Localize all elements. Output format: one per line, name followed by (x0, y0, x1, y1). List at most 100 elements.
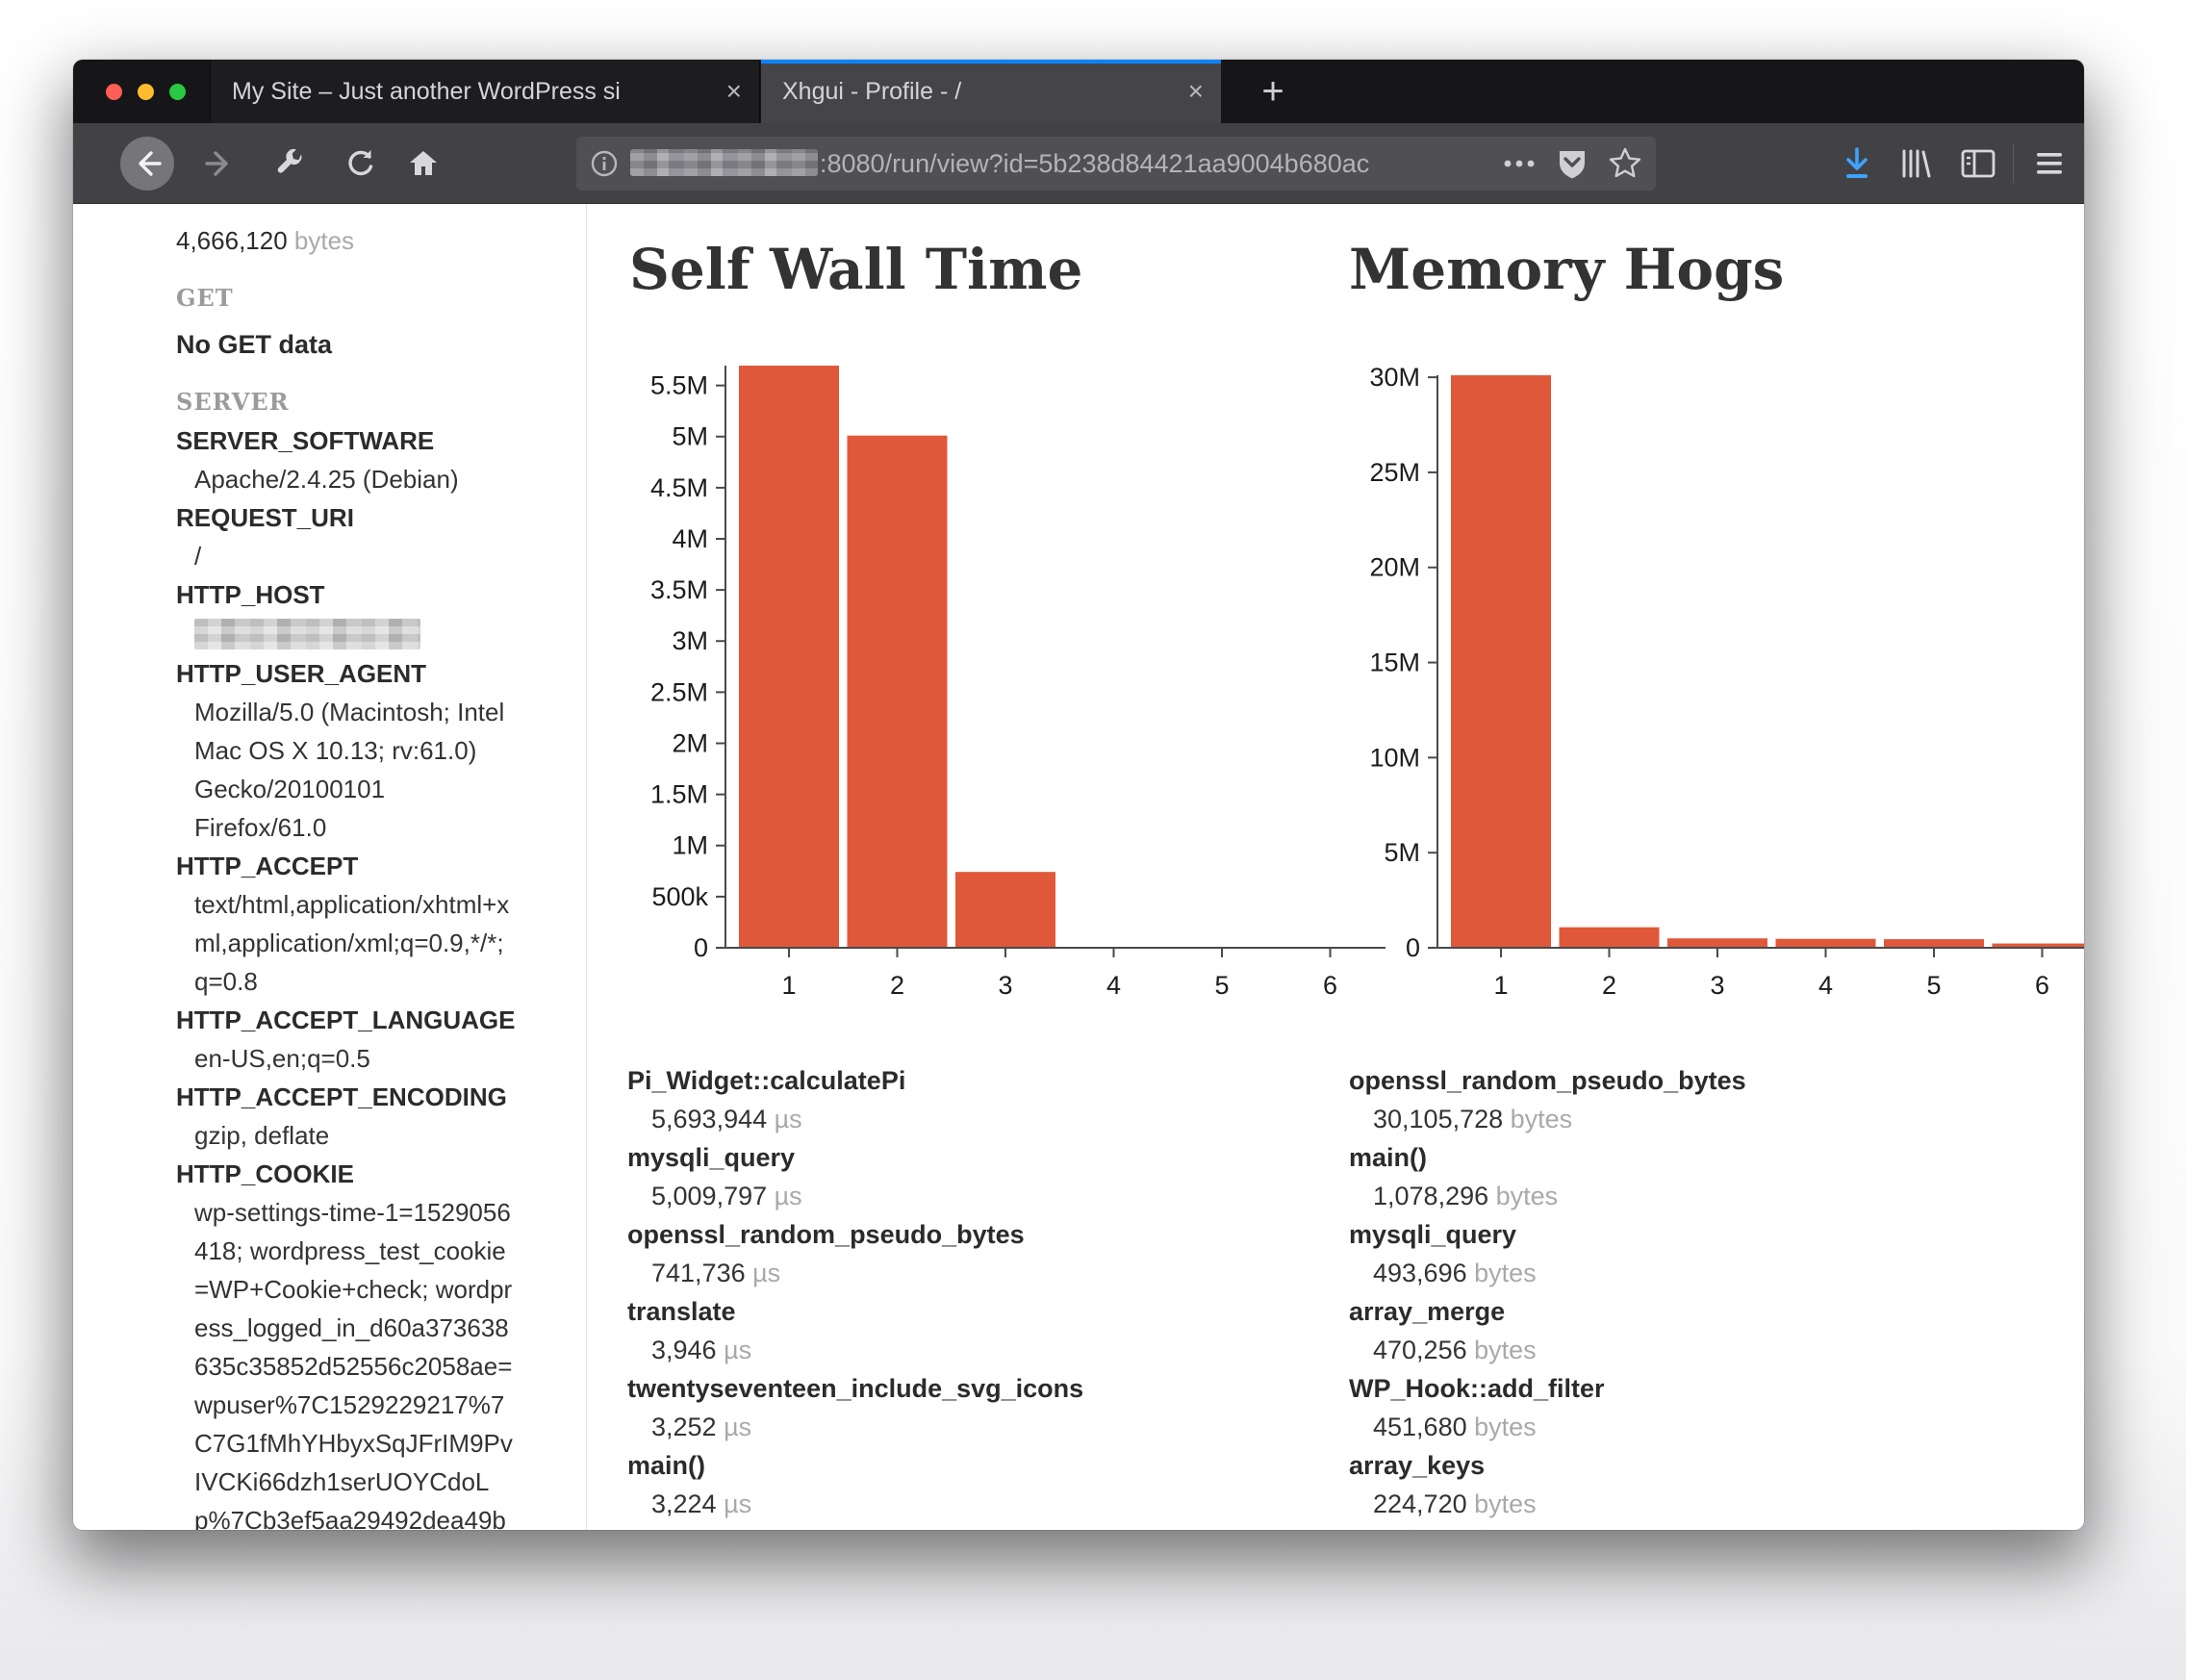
tab-xhgui-profile[interactable]: Xhgui - Profile - / × (761, 60, 1221, 123)
tab-close-icon[interactable]: × (1188, 78, 1204, 105)
function-name: mysqli_query (1349, 1215, 1746, 1254)
svg-text:25M: 25M (1369, 458, 1420, 487)
svg-text:30M: 30M (1369, 363, 1420, 392)
reload-button[interactable] (331, 123, 389, 204)
minimize-window-button[interactable] (138, 84, 154, 100)
svg-text:2: 2 (1602, 971, 1616, 1000)
page-content: 4,666,120 bytes GET No GET data SERVER S… (73, 204, 2084, 1530)
svg-text:15M: 15M (1369, 649, 1420, 677)
toolbar-separator (2013, 144, 2014, 183)
forward-icon (203, 147, 236, 180)
redacted-host (630, 149, 818, 176)
self-wall-time-title: Self Wall Time (629, 239, 1082, 300)
function-name: array_merge (1349, 1292, 1746, 1331)
svg-text:2.5M: 2.5M (650, 677, 708, 706)
svg-text:3.5M: 3.5M (650, 575, 708, 604)
server-section-header: SERVER (176, 383, 586, 421)
get-section-header: GET (176, 279, 586, 318)
zoom-window-button[interactable] (169, 84, 186, 100)
svg-text:5M: 5M (672, 422, 708, 451)
svg-text:1: 1 (781, 971, 796, 1000)
developer-tools-button[interactable] (262, 123, 319, 204)
server-entry-value: wp-settings-time-1=1529056418; wordpress… (194, 1193, 514, 1530)
tab-my-site[interactable]: My Site – Just another WordPress si × (210, 60, 760, 123)
home-button[interactable] (394, 123, 452, 204)
peak-memory-value: 4,666,120 bytes (176, 221, 586, 260)
function-value: 3,252 µs (651, 1408, 1083, 1446)
back-button[interactable] (115, 123, 179, 204)
forward-button[interactable] (191, 123, 248, 204)
function-value: 224,720 bytes (1373, 1485, 1746, 1523)
svg-text:2: 2 (890, 971, 904, 1000)
function-value: 470,256 bytes (1373, 1331, 1746, 1369)
svg-text:1: 1 (1493, 971, 1508, 1000)
svg-text:10M: 10M (1369, 743, 1420, 772)
info-icon[interactable] (590, 149, 619, 178)
svg-text:6: 6 (2035, 971, 2049, 1000)
url-actions (1502, 146, 1642, 181)
server-entry-key: HTTP_ACCEPT_LANGUAGE (176, 1001, 586, 1039)
function-value: 741,736 µs (651, 1254, 1083, 1292)
svg-text:4: 4 (1106, 971, 1121, 1000)
library-button[interactable] (1886, 123, 1944, 204)
server-entry-key: HTTP_HOST (176, 575, 586, 614)
server-entry-value: / (194, 537, 514, 575)
no-get-data-label: No GET data (176, 325, 586, 364)
function-value: 5,009,797 µs (651, 1177, 1083, 1215)
reload-icon (343, 147, 376, 180)
server-entry: HTTP_USER_AGENTMozilla/5.0 (Macintosh; I… (176, 654, 586, 847)
new-tab-button[interactable]: + (1239, 60, 1307, 123)
server-entry: HTTP_ACCEPT_ENCODINGgzip, deflate (176, 1078, 586, 1155)
browser-window: My Site – Just another WordPress si × Xh… (73, 60, 2084, 1530)
svg-text:4.5M: 4.5M (650, 473, 708, 502)
sidebar-toggle-button[interactable] (1949, 123, 2007, 204)
navigation-toolbar: :8080/run/view?id=5b238d84421aa9004b680a… (73, 123, 2084, 204)
svg-text:0: 0 (1406, 933, 1420, 962)
menu-button[interactable] (2019, 123, 2080, 204)
downloads-button[interactable] (1828, 123, 1886, 204)
server-entries: SERVER_SOFTWAREApache/2.4.25 (Debian)REQ… (176, 421, 586, 1530)
close-window-button[interactable] (106, 84, 122, 100)
page-actions-icon[interactable] (1502, 158, 1537, 169)
function-name: main() (1349, 1138, 1746, 1177)
server-entry-value: en-US,en;q=0.5 (194, 1039, 514, 1078)
svg-text:3: 3 (998, 971, 1012, 1000)
back-icon (120, 137, 174, 191)
function-name: mysqli_query (627, 1138, 1083, 1177)
function-value: 30,105,728 bytes (1373, 1100, 1746, 1138)
function-name: Pi_Widget::calculatePi (627, 1061, 1083, 1100)
tab-close-icon[interactable]: × (726, 78, 742, 105)
svg-text:2M: 2M (672, 728, 708, 757)
url-bar[interactable]: :8080/run/view?id=5b238d84421aa9004b680a… (576, 137, 1656, 191)
download-icon (1840, 145, 1874, 182)
tab-strip: My Site – Just another WordPress si × Xh… (73, 60, 2084, 123)
function-name: openssl_random_pseudo_bytes (627, 1215, 1083, 1254)
function-name: openssl_random_pseudo_bytes (1349, 1061, 1746, 1100)
server-entry: SERVER_SOFTWAREApache/2.4.25 (Debian) (176, 421, 586, 498)
memory-hogs-chart: 05M10M15M20M25M30M123456 (1289, 318, 2084, 1020)
hamburger-menu-icon (2034, 150, 2065, 177)
function-name: array_keys (1349, 1446, 1746, 1485)
redacted-value (194, 619, 420, 649)
server-entry-value: text/html,application/xhtml+xml,applicat… (194, 885, 514, 1001)
tab-title: Xhgui - Profile - / (782, 78, 1177, 106)
server-entry: HTTP_ACCEPT_LANGUAGEen-US,en;q=0.5 (176, 1001, 586, 1078)
svg-text:4: 4 (1818, 971, 1833, 1000)
pocket-shield-icon[interactable] (1556, 146, 1589, 181)
server-entry-value: Apache/2.4.25 (Debian) (194, 460, 514, 498)
bookmark-star-icon[interactable] (1608, 146, 1642, 181)
function-value: 451,680 bytes (1373, 1408, 1746, 1446)
svg-text:3: 3 (1710, 971, 1724, 1000)
svg-text:4M: 4M (672, 524, 708, 553)
self-wall-time-list: Pi_Widget::calculatePi5,693,944 µsmysqli… (627, 1061, 1083, 1523)
home-icon (407, 147, 440, 180)
traffic-lights (106, 60, 186, 123)
server-entry-value: gzip, deflate (194, 1116, 514, 1155)
server-entry: HTTP_HOST (176, 575, 586, 649)
function-name: WP_Hook::add_filter (1349, 1369, 1746, 1408)
function-value: 493,696 bytes (1373, 1254, 1746, 1292)
memory-hogs-list: openssl_random_pseudo_bytes30,105,728 by… (1349, 1061, 1746, 1523)
memory-hogs-title: Memory Hogs (1349, 239, 1784, 300)
svg-text:1M: 1M (672, 831, 708, 860)
svg-text:500k: 500k (651, 882, 708, 911)
